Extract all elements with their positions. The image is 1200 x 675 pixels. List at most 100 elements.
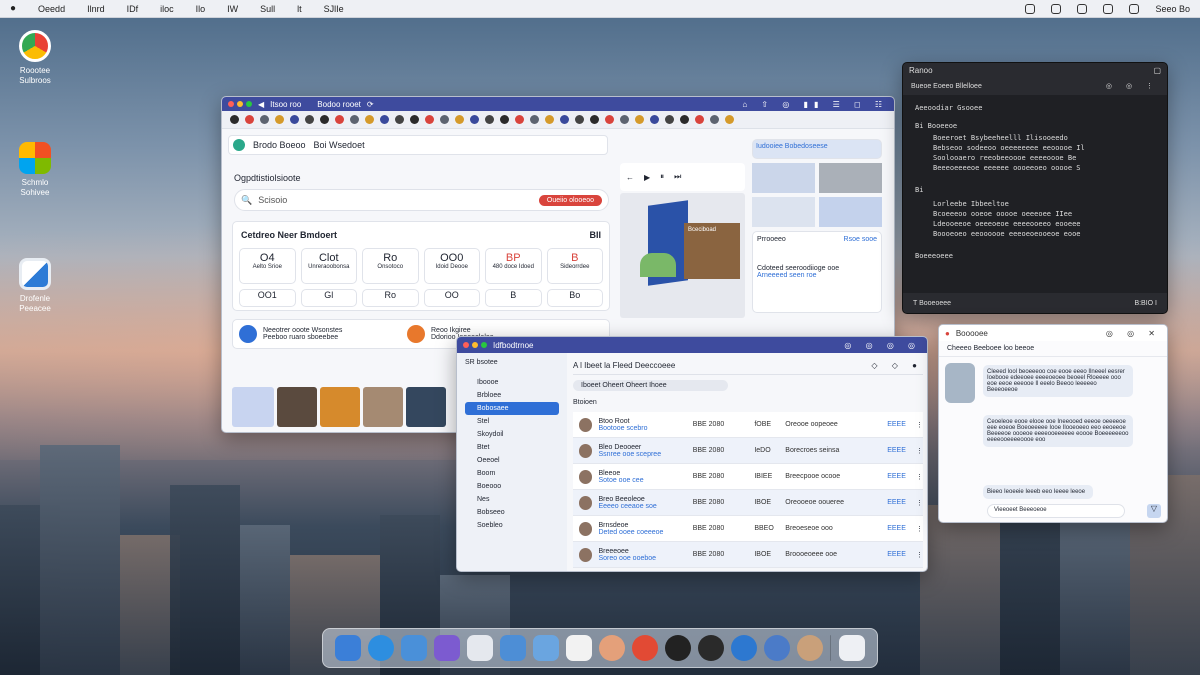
menu-item-4[interactable]: iloc xyxy=(160,4,174,14)
site-icon[interactable] xyxy=(233,139,245,151)
bookmark-favicon[interactable] xyxy=(350,115,359,124)
chat-actions[interactable]: ◎ ◎ ✕ xyxy=(1106,329,1161,338)
sidebar-item[interactable]: Boom xyxy=(465,467,559,480)
minimize-button[interactable] xyxy=(472,342,478,348)
tool-card[interactable]: Bceciboad xyxy=(684,223,740,279)
desktop-icon-windows[interactable]: Schmlo Sohivee xyxy=(10,142,60,198)
grid-tile[interactable]: Gl xyxy=(300,289,357,307)
grid-tile[interactable]: OO1 xyxy=(239,289,296,307)
grid-tile[interactable]: OO0 Idoid Deooe xyxy=(423,248,480,284)
music-icon[interactable] xyxy=(598,635,625,661)
terminal-menu-icon[interactable]: ▢ xyxy=(1153,66,1161,75)
bookmark-favicon[interactable] xyxy=(515,115,524,124)
grid-tile[interactable]: B Sideorrdee xyxy=(546,248,603,284)
sidebar-item[interactable]: Stel xyxy=(465,415,559,428)
search-icon[interactable] xyxy=(1077,3,1088,14)
bookmark-favicon[interactable] xyxy=(455,115,464,124)
menu-item-2[interactable]: Ilnrd xyxy=(87,4,105,14)
next-icon[interactable]: ⏭ xyxy=(674,172,681,182)
page-tab-2[interactable]: Boi Wsedoet xyxy=(314,140,365,150)
row-menu-icon[interactable]: ⋮ xyxy=(916,525,923,533)
profile-icon[interactable] xyxy=(797,635,824,661)
trash-icon[interactable] xyxy=(839,635,866,661)
side-notice-link[interactable]: Arneeeed seen roe xyxy=(757,272,877,279)
bookmark-favicon[interactable] xyxy=(230,115,239,124)
grid-tile[interactable]: Ro Onsotoco xyxy=(362,248,419,284)
side-tile[interactable] xyxy=(819,163,882,193)
back-icon[interactable]: ◀ xyxy=(258,100,264,109)
terminal-actions[interactable]: ◎ ◎ ⋮ xyxy=(1106,82,1159,90)
bookmark-favicon[interactable] xyxy=(710,115,719,124)
file-row[interactable]: Btoo Root Bootooe scebro BBE 2080 fOBE Oreoo… xyxy=(573,412,923,438)
podcasts-icon[interactable] xyxy=(631,635,658,661)
menu-item-9[interactable]: SJlIe xyxy=(324,4,344,14)
bookmark-favicon[interactable] xyxy=(305,115,314,124)
file-row[interactable]: Breeeoee Soreo ooe ooeboe BBE 2080 IBOE Broo… xyxy=(573,542,923,568)
bookmark-favicon[interactable] xyxy=(380,115,389,124)
back-arrow-icon[interactable]: ← xyxy=(626,173,634,182)
bookmark-favicon[interactable] xyxy=(695,115,704,124)
safari-icon[interactable] xyxy=(367,635,394,661)
reload-icon[interactable]: ⟳ xyxy=(367,100,374,109)
bookmark-favicon[interactable] xyxy=(365,115,374,124)
grid-tile[interactable]: O4 Aelto Srioe xyxy=(239,248,296,284)
battery-icon[interactable] xyxy=(1051,3,1062,14)
grid-tile[interactable]: Bo xyxy=(546,289,603,307)
calendar-icon[interactable] xyxy=(466,635,493,661)
page-tab-1[interactable]: Brodo Boeoo xyxy=(253,140,306,150)
thumbnail[interactable] xyxy=(363,387,403,427)
thumbnail[interactable] xyxy=(277,387,317,427)
row-menu-icon[interactable]: ⋮ xyxy=(916,499,923,507)
sidebar-item[interactable]: Skoydoil xyxy=(465,428,559,441)
apple-icon[interactable]: ● xyxy=(10,3,16,14)
side-tile[interactable] xyxy=(752,197,815,227)
thumbnail[interactable] xyxy=(320,387,360,427)
maps-icon[interactable] xyxy=(764,635,791,661)
bookmark-favicon[interactable] xyxy=(395,115,404,124)
bookmark-favicon[interactable] xyxy=(650,115,659,124)
side-tile[interactable] xyxy=(819,197,882,227)
grid-tile[interactable]: Clot Unreraoobonsa xyxy=(300,248,357,284)
file-row[interactable]: Bleo Deooeer Ssnree ooe scepree BBE 2080 Ie… xyxy=(573,438,923,464)
sidebar-item[interactable]: Bobseeo xyxy=(465,506,559,519)
row-menu-icon[interactable]: ⋮ xyxy=(916,447,923,455)
close-button[interactable] xyxy=(228,101,234,107)
filter-input[interactable]: Iboeet Oheert Oheert Ihoee xyxy=(573,379,728,391)
row-menu-icon[interactable]: ⋮ xyxy=(916,421,923,429)
bookmark-favicon[interactable] xyxy=(725,115,734,124)
bookmark-favicon[interactable] xyxy=(290,115,299,124)
file-row[interactable]: Breo Beeoleoe Eeeeo ceeaoe soe BBE 2080 IBO… xyxy=(573,490,923,516)
menu-item-1[interactable]: Oeedd xyxy=(38,4,65,14)
sidebar-item[interactable]: Oeeoel xyxy=(465,454,559,467)
zoom-button[interactable] xyxy=(246,101,252,107)
grid-tile[interactable]: BP 480 doce Idoed xyxy=(485,248,542,284)
bookmark-favicon[interactable] xyxy=(440,115,449,124)
file-row[interactable]: Brnsdeoe Deted ooee coeeeoe BBE 2080 BBEO Br… xyxy=(573,516,923,542)
bookmark-favicon[interactable] xyxy=(545,115,554,124)
sidebar-top[interactable]: SR bsotee xyxy=(465,359,559,366)
grid-tile[interactable]: Ro xyxy=(362,289,419,307)
path-text[interactable]: A l Ibeet la Fleed Deeccoeee xyxy=(573,361,675,370)
bookmark-favicon[interactable] xyxy=(530,115,539,124)
bookmark-favicon[interactable] xyxy=(485,115,494,124)
search-button[interactable]: Oueiio olooeoo xyxy=(538,194,602,206)
menu-item-5[interactable]: Ilo xyxy=(196,4,206,14)
menu-item-6[interactable]: IW xyxy=(227,4,238,14)
bookmark-favicon[interactable] xyxy=(680,115,689,124)
search-input[interactable]: Scisoio xyxy=(258,195,287,205)
close-button[interactable] xyxy=(463,342,469,348)
menu-item-3[interactable]: IDf xyxy=(127,4,139,14)
search-bar[interactable]: 🔍 Scisoio Oueiio olooeoo xyxy=(234,189,609,211)
desktop-icon-chrome[interactable]: Roootee Sulbroos xyxy=(10,30,60,86)
chat-input[interactable]: Vieeoeet Beeeoeoe xyxy=(987,504,1125,518)
file-row[interactable]: Bleeoe Sotoe ooe cee BBE 2080 IBIEE Breecpoo… xyxy=(573,464,923,490)
row-menu-icon[interactable]: ⋮ xyxy=(916,473,923,481)
desktop-icon-image[interactable]: Drofenle Peeacee xyxy=(10,258,60,314)
mail-icon[interactable] xyxy=(400,635,427,661)
files-toolbar-icons[interactable]: ◎ ◎ ◎ ◎ xyxy=(844,341,921,350)
app-store-icon[interactable] xyxy=(499,635,526,661)
side-tile[interactable] xyxy=(752,163,815,193)
sidebar-item[interactable]: Boeooo xyxy=(465,480,559,493)
news-icon[interactable] xyxy=(698,635,725,661)
bookmark-favicon[interactable] xyxy=(320,115,329,124)
